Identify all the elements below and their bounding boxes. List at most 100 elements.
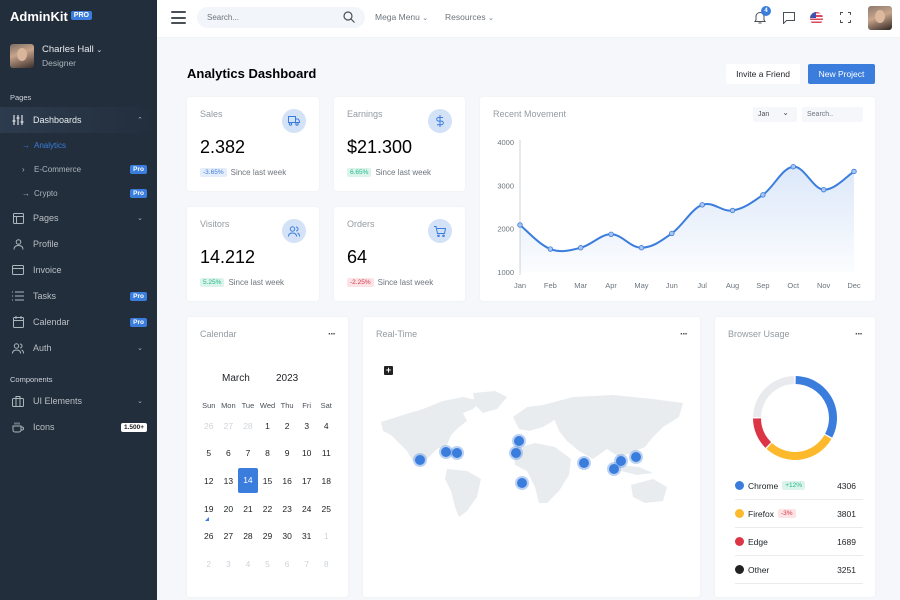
zoom-in-button[interactable]: + xyxy=(384,366,393,375)
calendar-day[interactable]: 31 xyxy=(297,531,317,541)
map-marker[interactable] xyxy=(511,448,521,458)
sidebar-subitem-ecommerce[interactable]: › E-Commerce Pro xyxy=(0,157,157,181)
sidebar-item-pages[interactable]: Pages ⌄ xyxy=(0,205,157,231)
calendar-day[interactable]: 24 xyxy=(297,504,317,514)
calendar-day[interactable]: 12 xyxy=(199,476,219,486)
map-marker[interactable] xyxy=(609,464,619,474)
calendar-day[interactable]: 15 xyxy=(258,476,278,486)
data-point[interactable] xyxy=(547,246,554,252)
hamburger-menu-icon[interactable] xyxy=(171,11,186,24)
calendar-day[interactable]: 8 xyxy=(258,448,278,458)
calendar-day[interactable]: 1 xyxy=(316,531,336,541)
calendar-day[interactable]: 28 xyxy=(238,531,258,541)
mega-menu-dropdown[interactable]: Mega Menu ⌄ xyxy=(375,12,428,22)
map-marker[interactable] xyxy=(517,478,527,488)
calendar-day[interactable]: 26 xyxy=(199,531,219,541)
calendar-day[interactable]: 13 xyxy=(219,476,239,486)
calendar-day[interactable]: 26 xyxy=(199,421,219,431)
calendar-day[interactable]: 20 xyxy=(219,504,239,514)
donut-slice-other[interactable] xyxy=(753,376,795,418)
sidebar-item-icons[interactable]: Icons 1.500+ xyxy=(0,414,157,440)
sidebar-item-tasks[interactable]: Tasks Pro xyxy=(0,283,157,309)
sidebar-item-ui-elements[interactable]: UI Elements ⌄ xyxy=(0,388,157,414)
more-options-icon[interactable]: ··· xyxy=(680,329,688,340)
donut-slice-chrome[interactable] xyxy=(795,376,837,438)
calendar-day[interactable]: 11 xyxy=(316,448,336,458)
more-options-icon[interactable]: ··· xyxy=(328,329,336,340)
new-project-button[interactable]: New Project xyxy=(808,64,875,84)
map-marker[interactable] xyxy=(452,448,462,458)
calendar-day[interactable]: 3 xyxy=(219,559,239,569)
data-point[interactable] xyxy=(699,202,705,208)
calendar-day[interactable]: 7 xyxy=(238,448,258,458)
calendar-day-selected[interactable]: 14 xyxy=(238,468,258,494)
calendar-day[interactable]: 6 xyxy=(219,448,239,458)
calendar-day[interactable]: 29 xyxy=(258,531,278,541)
calendar-day[interactable]: 5 xyxy=(258,559,278,569)
calendar-day[interactable]: 27 xyxy=(219,421,239,431)
data-point[interactable] xyxy=(851,168,857,175)
invite-friend-button[interactable]: Invite a Friend xyxy=(726,64,800,84)
calendar-day[interactable]: 22 xyxy=(258,504,278,514)
search-input[interactable]: Search... xyxy=(197,7,365,28)
calendar-day[interactable]: 8 xyxy=(316,559,336,569)
donut-slice-firefox[interactable] xyxy=(766,434,832,460)
calendar-day[interactable]: 28 xyxy=(238,421,258,431)
calendar-day[interactable]: 19 xyxy=(199,504,219,521)
calendar-day[interactable]: 30 xyxy=(277,531,297,541)
sidebar-item-profile[interactable]: Profile xyxy=(0,231,157,257)
calendar-day[interactable]: 4 xyxy=(316,421,336,431)
calendar-day[interactable]: 21 xyxy=(238,504,258,514)
data-point[interactable] xyxy=(760,192,766,198)
data-point[interactable] xyxy=(729,207,736,214)
data-point[interactable] xyxy=(578,245,584,251)
data-point[interactable] xyxy=(790,164,796,170)
data-point[interactable] xyxy=(820,186,827,193)
calendar-day[interactable]: 4 xyxy=(238,559,258,569)
sidebar-item-invoice[interactable]: Invoice xyxy=(0,257,157,283)
map-marker[interactable] xyxy=(631,452,641,462)
sidebar-item-auth[interactable]: Auth ⌄ xyxy=(0,335,157,361)
calendar-day[interactable]: 9 xyxy=(277,448,297,458)
brand-logo[interactable]: AdminKit PRO xyxy=(10,9,92,24)
calendar-day[interactable]: 27 xyxy=(219,531,239,541)
data-point[interactable] xyxy=(638,245,645,251)
map-marker[interactable] xyxy=(579,458,589,468)
data-point[interactable] xyxy=(608,231,614,237)
chart-search-input[interactable]: Search.. xyxy=(802,107,863,122)
calendar-year[interactable]: 2023 xyxy=(276,373,298,384)
user-avatar[interactable] xyxy=(868,6,892,30)
fullscreen-icon[interactable] xyxy=(840,12,851,25)
calendar-month[interactable]: March xyxy=(222,373,250,384)
map-marker[interactable] xyxy=(441,447,451,457)
sidebar-item-calendar[interactable]: Calendar Pro xyxy=(0,309,157,335)
calendar-day[interactable]: 5 xyxy=(199,448,219,458)
us-flag-icon[interactable] xyxy=(810,12,823,25)
data-point[interactable] xyxy=(517,222,523,228)
resources-dropdown[interactable]: Resources ⌄ xyxy=(445,12,494,22)
calendar-day[interactable]: 23 xyxy=(277,504,297,514)
map-marker[interactable] xyxy=(415,455,425,465)
calendar-day[interactable]: 2 xyxy=(277,421,297,431)
month-select[interactable]: Jan ⌄ xyxy=(753,107,797,122)
calendar-day[interactable]: 16 xyxy=(277,476,297,486)
calendar-day[interactable]: 1 xyxy=(258,421,278,431)
calendar-day[interactable]: 18 xyxy=(316,476,336,486)
user-profile[interactable]: Charles Hall ⌄ Designer xyxy=(10,44,102,68)
search-icon[interactable] xyxy=(343,11,355,25)
map-marker[interactable] xyxy=(514,436,524,446)
map-marker[interactable] xyxy=(616,456,626,466)
sidebar-subitem-crypto[interactable]: → Crypto Pro xyxy=(0,181,157,205)
sidebar-subitem-analytics[interactable]: → Analytics xyxy=(0,133,157,157)
calendar-day[interactable]: 25 xyxy=(316,504,336,514)
calendar-day[interactable]: 2 xyxy=(199,559,219,569)
calendar-day[interactable]: 3 xyxy=(297,421,317,431)
calendar-day[interactable]: 10 xyxy=(297,448,317,458)
message-square-icon[interactable] xyxy=(783,12,795,26)
calendar-day[interactable]: 7 xyxy=(297,559,317,569)
data-point[interactable] xyxy=(669,230,675,237)
calendar-day[interactable]: 17 xyxy=(297,476,317,486)
calendar-day[interactable]: 6 xyxy=(277,559,297,569)
donut-slice-edge[interactable] xyxy=(753,418,772,448)
more-options-icon[interactable]: ··· xyxy=(855,329,863,340)
